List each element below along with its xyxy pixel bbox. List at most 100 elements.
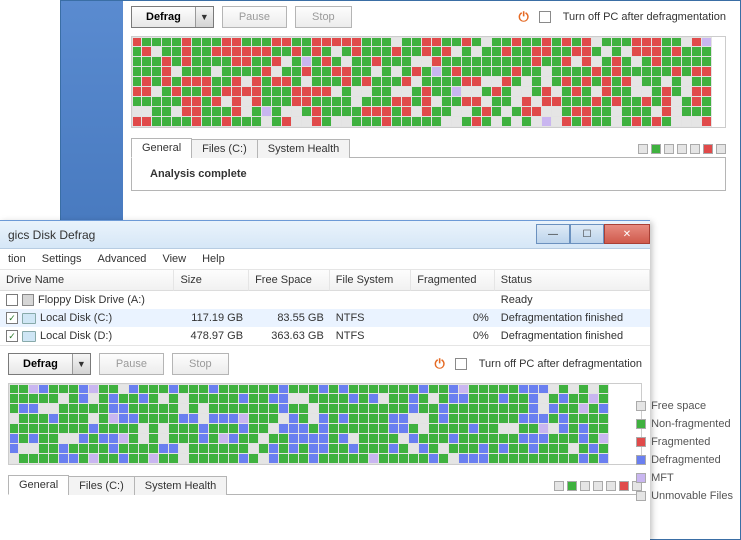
legend-item: Unmovable Files	[636, 490, 733, 502]
cluster-cell	[282, 37, 292, 47]
tab-system-health[interactable]: System Health	[257, 139, 351, 158]
turnoff-checkbox[interactable]	[539, 11, 551, 23]
cluster-cell	[332, 77, 342, 87]
column-header[interactable]: Fragmented	[411, 270, 495, 291]
cluster-cell	[262, 87, 272, 97]
cluster-cell	[409, 394, 419, 404]
cluster-cell	[419, 434, 429, 444]
cluster-cell	[232, 77, 242, 87]
legend-item: Non-fragmented	[636, 418, 733, 430]
defrag-dropdown[interactable]: Defrag ▼	[8, 353, 91, 375]
cluster-cell	[19, 434, 29, 444]
cluster-map-back	[131, 36, 726, 128]
menu-help[interactable]: Help	[202, 253, 225, 265]
cell-free	[249, 291, 330, 309]
tab-files[interactable]: Files (C:)	[68, 476, 135, 495]
cluster-cell	[582, 107, 592, 117]
cluster-cell	[172, 57, 182, 67]
cluster-cell	[692, 47, 702, 57]
column-header[interactable]: File System	[330, 270, 411, 291]
pause-button[interactable]: Pause	[222, 6, 287, 28]
cluster-cell	[329, 454, 339, 464]
table-row[interactable]: Local Disk (D:)478.97 GB363.63 GBNTFS0%D…	[0, 327, 650, 345]
toolbar-front: Defrag ▼ Pause Stop ⏻ Turn off PC after …	[0, 348, 650, 380]
cluster-cell	[172, 67, 182, 77]
cluster-cell	[282, 87, 292, 97]
cluster-cell	[39, 394, 49, 404]
cluster-cell	[142, 67, 152, 77]
cluster-cell	[652, 57, 662, 67]
row-checkbox[interactable]	[6, 330, 18, 342]
row-checkbox[interactable]	[6, 312, 18, 324]
cluster-cell	[252, 67, 262, 77]
maximize-button[interactable]: ☐	[570, 224, 604, 244]
cluster-cell	[242, 77, 252, 87]
tab-general[interactable]: General	[8, 475, 69, 495]
cluster-cell	[439, 404, 449, 414]
cluster-cell	[582, 97, 592, 107]
titlebar[interactable]: gics Disk Defrag — ☐ ✕	[0, 221, 650, 249]
cluster-cell	[279, 434, 289, 444]
column-header[interactable]: Drive Name	[0, 270, 174, 291]
cluster-cell	[642, 107, 652, 117]
cluster-cell	[409, 384, 419, 394]
cluster-cell	[552, 67, 562, 77]
pause-button[interactable]: Pause	[99, 353, 164, 375]
cluster-cell	[262, 77, 272, 87]
menu-action[interactable]: tion	[8, 253, 26, 265]
menu-settings[interactable]: Settings	[42, 253, 82, 265]
table-row[interactable]: Floppy Disk Drive (A:)Ready	[0, 291, 650, 309]
defrag-dropdown[interactable]: Defrag ▼	[131, 6, 214, 28]
menu-advanced[interactable]: Advanced	[98, 253, 147, 265]
cluster-cell	[182, 97, 192, 107]
cluster-cell	[342, 117, 352, 127]
cluster-cell	[262, 37, 272, 47]
tab-general[interactable]: General	[131, 138, 192, 158]
turnoff-checkbox[interactable]	[455, 358, 467, 370]
legend-label: MFT	[651, 472, 674, 484]
cluster-cell	[602, 107, 612, 117]
cluster-cell	[472, 57, 482, 67]
legend-swatch	[636, 419, 646, 429]
cluster-cell	[319, 384, 329, 394]
cluster-cell	[652, 87, 662, 97]
cluster-cell	[452, 117, 462, 127]
row-checkbox[interactable]	[6, 294, 18, 306]
turnoff-label: Turn off PC after defragmentation	[563, 11, 726, 23]
cluster-cell	[272, 87, 282, 97]
tab-files[interactable]: Files (C:)	[191, 139, 258, 158]
cluster-cell	[499, 454, 509, 464]
column-header[interactable]: Size	[174, 270, 249, 291]
cluster-cell	[402, 87, 412, 97]
minimize-button[interactable]: —	[536, 224, 570, 244]
table-row[interactable]: Local Disk (C:)117.19 GB83.55 GBNTFS0%De…	[0, 309, 650, 327]
tab-system-health[interactable]: System Health	[134, 476, 228, 495]
stop-button[interactable]: Stop	[295, 6, 352, 28]
cluster-cell	[319, 454, 329, 464]
cluster-cell	[512, 47, 522, 57]
stop-button[interactable]: Stop	[172, 353, 229, 375]
column-header[interactable]: Status	[495, 270, 650, 291]
column-header[interactable]: Free Space	[249, 270, 330, 291]
cluster-cell	[302, 117, 312, 127]
cluster-cell	[452, 37, 462, 47]
cluster-cell	[109, 394, 119, 404]
cluster-cell	[612, 47, 622, 57]
menu-view[interactable]: View	[162, 253, 186, 265]
cluster-cell	[159, 424, 169, 434]
cluster-cell	[89, 434, 99, 444]
cluster-cell	[219, 424, 229, 434]
drive-name: Floppy Disk Drive (A:)	[38, 294, 145, 306]
cluster-cell	[522, 57, 532, 67]
cluster-cell	[152, 97, 162, 107]
cluster-cell	[632, 97, 642, 107]
cluster-cell	[429, 434, 439, 444]
cluster-cell	[182, 57, 192, 67]
cluster-cell	[182, 87, 192, 97]
cluster-cell	[512, 57, 522, 67]
cluster-cell	[132, 77, 142, 87]
cluster-cell	[319, 444, 329, 454]
cluster-cell	[482, 117, 492, 127]
cluster-cell	[69, 404, 79, 414]
close-button[interactable]: ✕	[604, 224, 650, 244]
